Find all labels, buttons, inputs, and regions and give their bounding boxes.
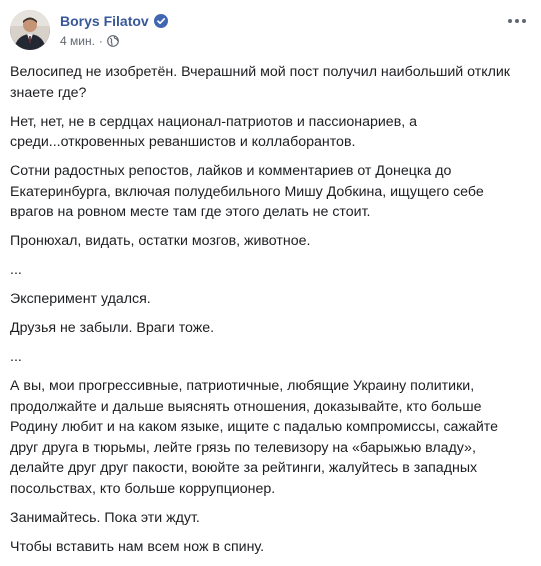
post-paragraph: Эксперимент удался. [10, 291, 151, 307]
post-body: Велосипед не изобретён. Вчерашний мой по… [10, 62, 526, 566]
post-meta: 4 мин. · [60, 33, 119, 49]
globe-icon[interactable] [107, 35, 119, 47]
post-header: Borys Filatov 4 мин. · [10, 10, 531, 54]
author-row: Borys Filatov [60, 11, 168, 31]
meta-separator: · [98, 34, 103, 48]
verified-badge-icon [153, 14, 168, 28]
post-paragraph: Пронюхал, видать, остатки мозгов, животн… [10, 233, 311, 249]
post-paragraph: А вы, мои прогрессивные, патриотичные, л… [10, 378, 498, 497]
post-paragraph: Друзья не забыли. Враги тоже. [10, 320, 215, 336]
more-options-icon [508, 19, 526, 23]
post-timestamp[interactable]: 4 мин. [60, 34, 95, 48]
post-paragraph: ... [10, 349, 22, 365]
more-options-button[interactable] [505, 12, 529, 30]
post-paragraph: Занимайтесь. Пока эти ждут. [10, 509, 200, 526]
avatar-photo-icon [10, 10, 50, 50]
post-paragraph: Нет, нет, не в сердцах национал-патриото… [10, 113, 417, 151]
facebook-post: Borys Filatov 4 мин. · Велосипед не изоб… [0, 0, 541, 555]
author-avatar[interactable] [10, 10, 50, 50]
post-paragraph: Велосипед не изобретён. Вчерашний мой по… [10, 64, 510, 101]
post-paragraph: ... [10, 262, 22, 278]
author-name-link[interactable]: Borys Filatov [60, 13, 149, 29]
post-paragraph: Сотни радостных репостов, лайков и комме… [10, 163, 484, 220]
